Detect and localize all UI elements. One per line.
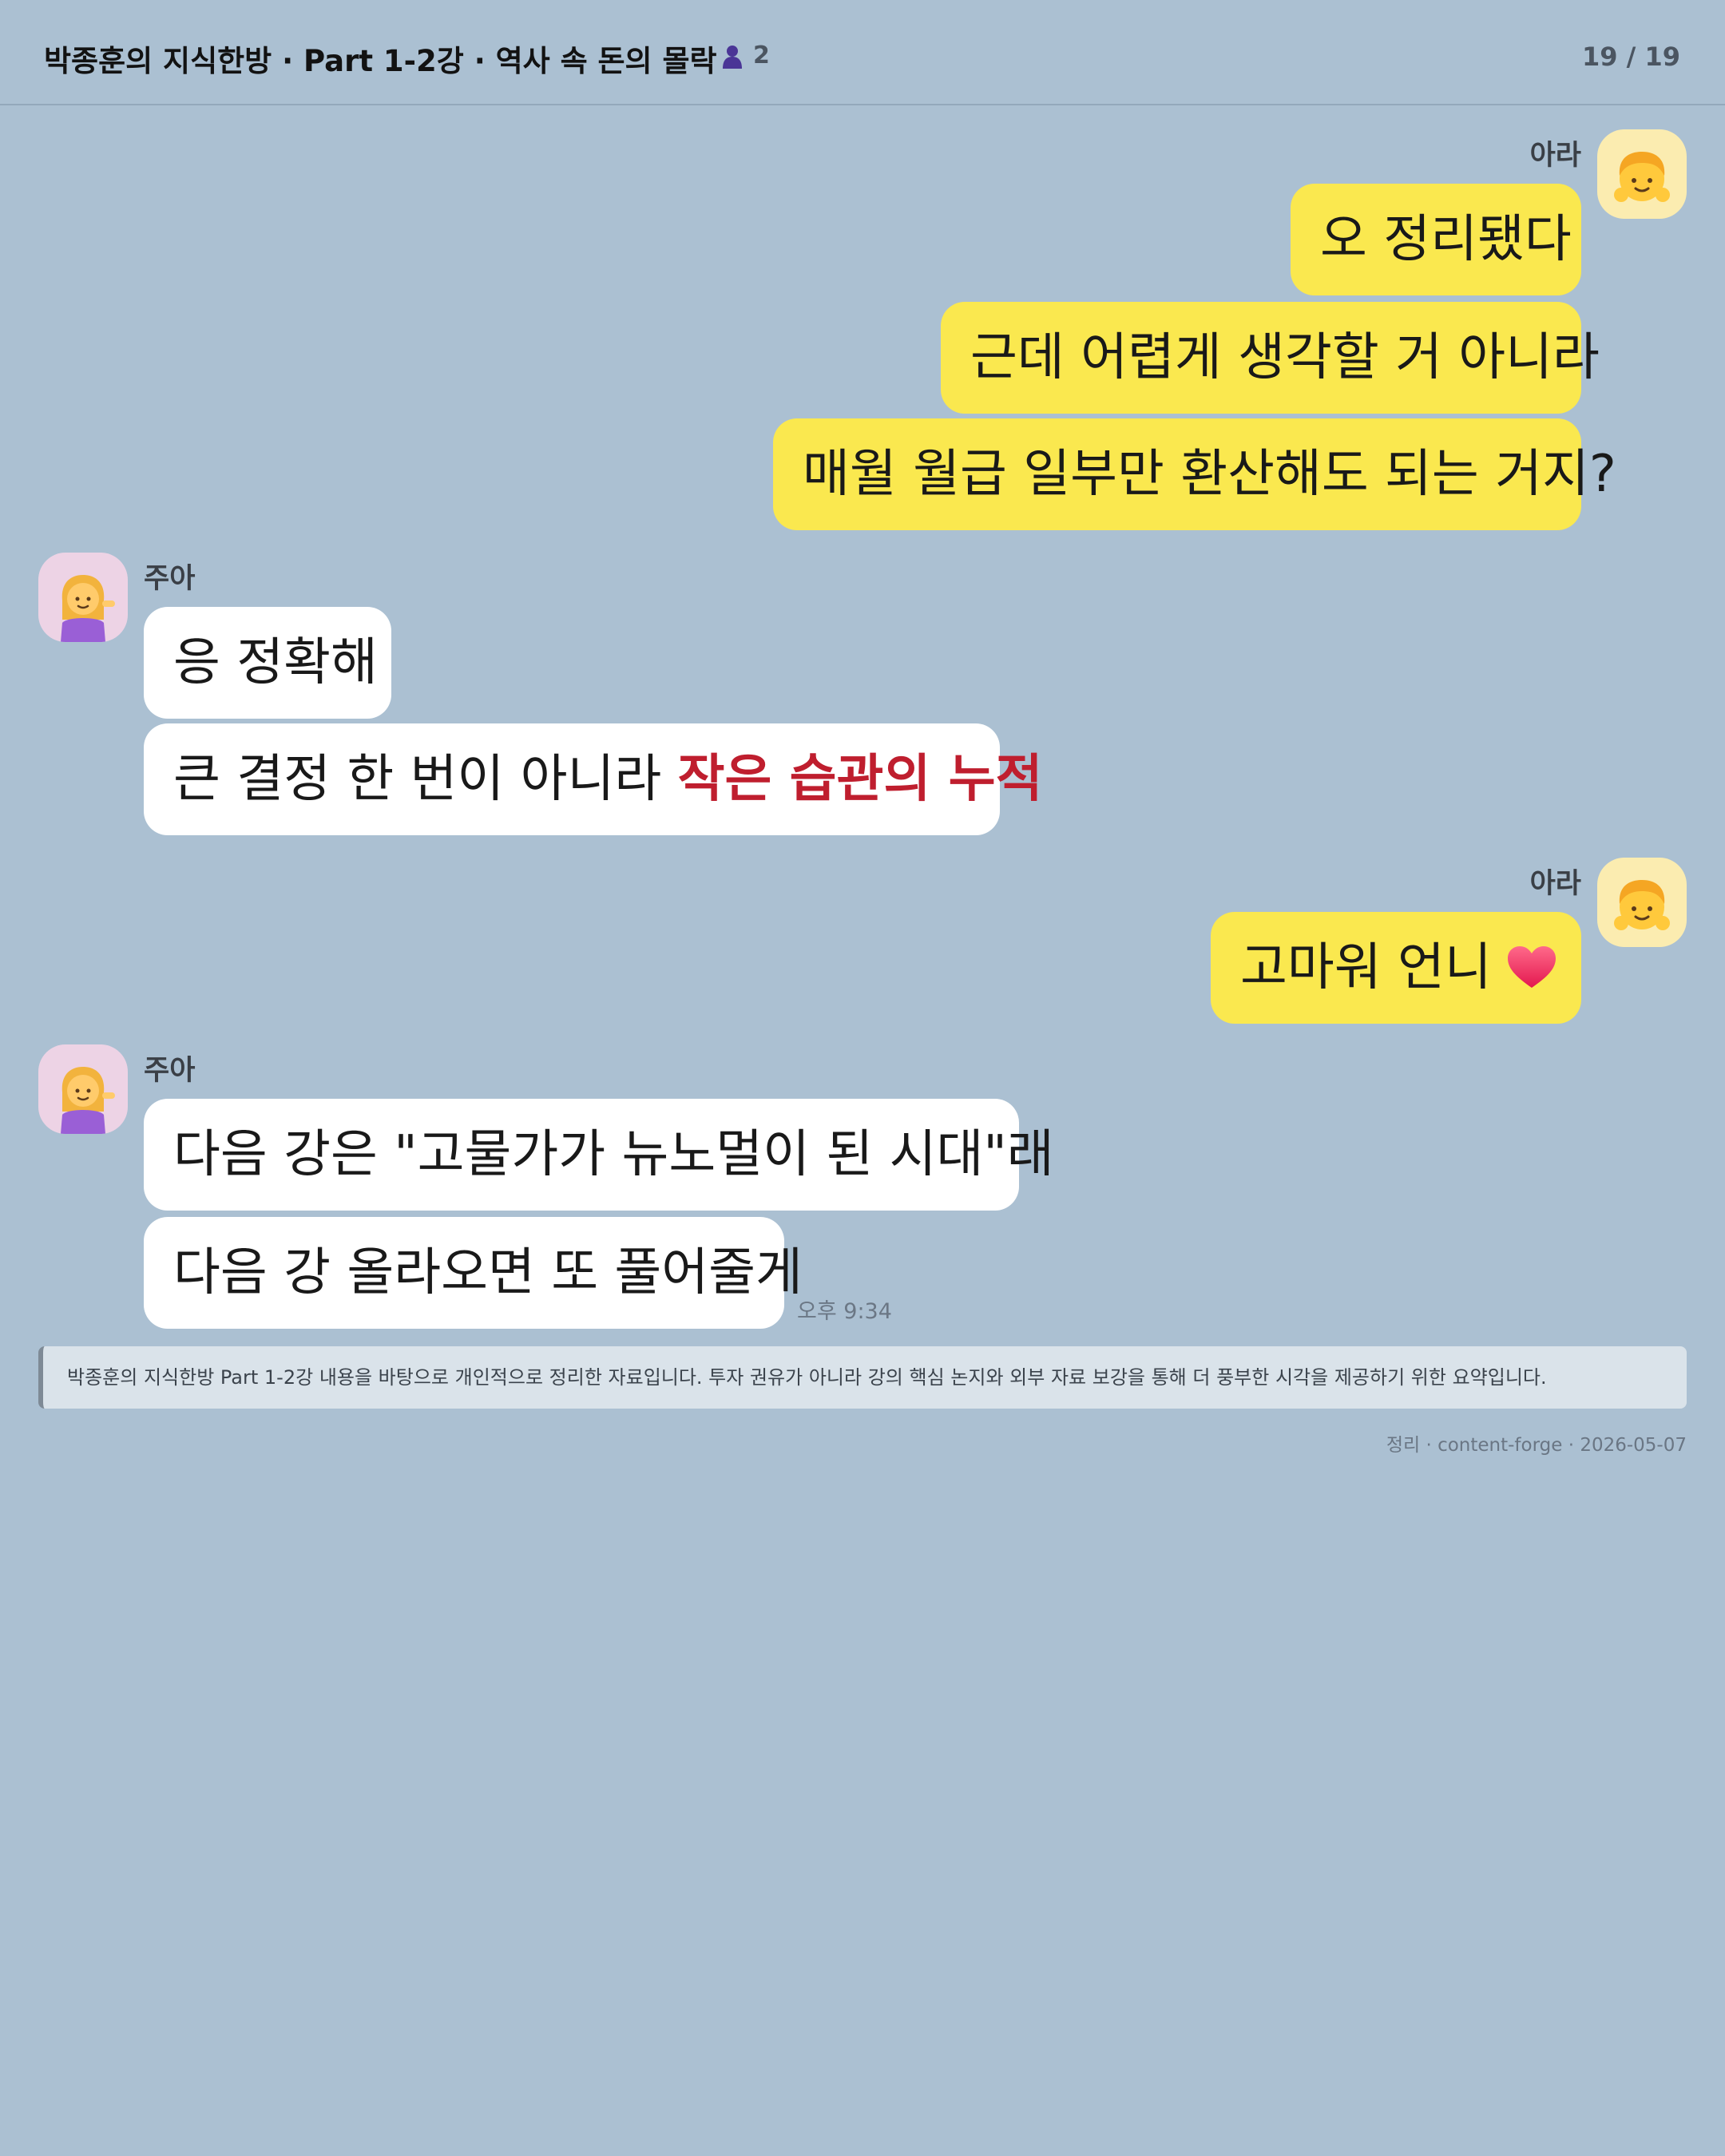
message-bubble[interactable]: 큰 결정 한 번이 아니라 작은 습관의 누적	[144, 723, 1042, 835]
message-bubble[interactable]: 오 정리됐다	[1291, 184, 1581, 295]
message-bubble[interactable]: 매월 월급 일부만 환산해도 되는 거지?	[773, 418, 1616, 530]
ara-avatar-icon[interactable]	[1597, 858, 1687, 947]
page-indicator: 19 / 19	[1581, 42, 1680, 72]
member-icon	[723, 46, 742, 69]
jua-avatar-icon[interactable]	[38, 1044, 128, 1134]
disclaimer-notice: 박종훈의 지식한방 Part 1-2강 내용을 바탕으로 개인적으로 정리한 자…	[38, 1346, 1687, 1409]
message-text: 고마워 언니	[1240, 938, 1492, 997]
message-text: 큰 결정 한 번이 아니라	[173, 750, 678, 809]
member-count: 2	[753, 42, 770, 69]
sender-name: 아라	[1529, 868, 1581, 900]
jua-avatar-icon[interactable]	[38, 553, 128, 642]
message-bubble[interactable]: 다음 강 올라오면 또 풀어줄게	[144, 1217, 803, 1329]
heart-icon	[1507, 946, 1556, 988]
chat-header: 박종훈의 지식한방 · Part 1-2강 · 역사 속 돈의 몰락 2 19 …	[0, 0, 1725, 105]
chat-title: 박종훈의 지식한방 · Part 1-2강 · 역사 속 돈의 몰락	[44, 44, 717, 78]
sender-name: 주아	[144, 563, 196, 595]
highlighted-text: 작은 습관의 누적	[677, 750, 1043, 809]
message-bubble[interactable]: 다음 강은 "고물가가 뉴노멀이 된 시대"래	[144, 1099, 1054, 1211]
sender-name: 아라	[1529, 140, 1581, 172]
credit-line: 정리 · content-forge · 2026-05-07	[1386, 1435, 1687, 1456]
message-bubble[interactable]: 응 정확해	[144, 607, 391, 719]
message-time: 오후 9:34	[797, 1299, 892, 1324]
message-bubble[interactable]: 고마워 언니	[1211, 912, 1581, 1024]
sender-name: 주아	[144, 1055, 196, 1087]
message-bubble[interactable]: 근데 어렵게 생각할 거 아니라	[941, 302, 1600, 414]
ara-avatar-icon[interactable]	[1597, 129, 1687, 219]
